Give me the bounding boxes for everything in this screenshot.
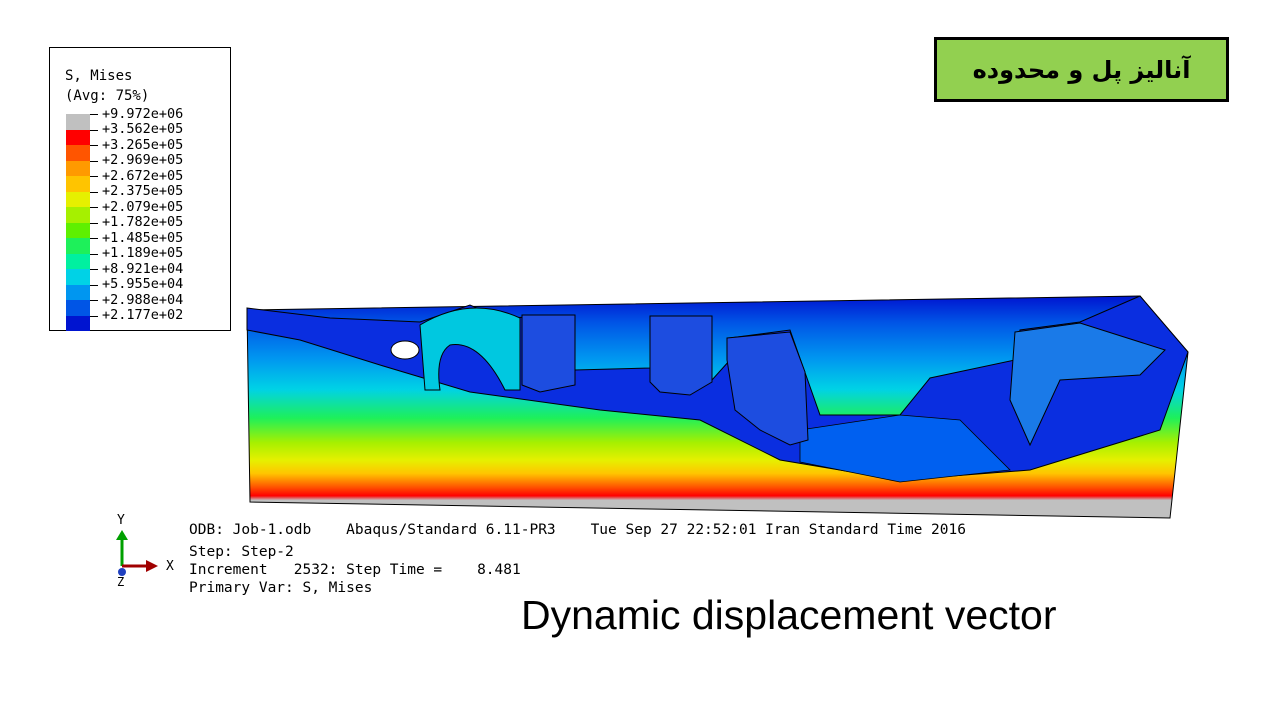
- x-axis-arrowhead: [146, 560, 158, 572]
- y-axis-arrowhead: [116, 530, 128, 540]
- slide-caption: Dynamic displacement vector: [521, 592, 1057, 638]
- odb-info-line: ODB: Job-1.odb Abaqus/Standard 6.11-PR3 …: [189, 522, 966, 538]
- y-axis-label: Y: [117, 513, 125, 528]
- z-axis-label: Z: [117, 575, 124, 588]
- bridge-opening: [390, 340, 420, 360]
- pier-2: [649, 315, 713, 396]
- job-info: ODB: Job-1.odb Abaqus/Standard 6.11-PR3 …: [189, 521, 966, 597]
- axis-triad: Y X Z: [116, 513, 174, 588]
- step-line: Step: Step-2: [189, 544, 294, 560]
- pier-1: [521, 314, 576, 393]
- increment-line: Increment 2532: Step Time = 8.481: [189, 562, 521, 578]
- x-axis-label: X: [166, 559, 174, 574]
